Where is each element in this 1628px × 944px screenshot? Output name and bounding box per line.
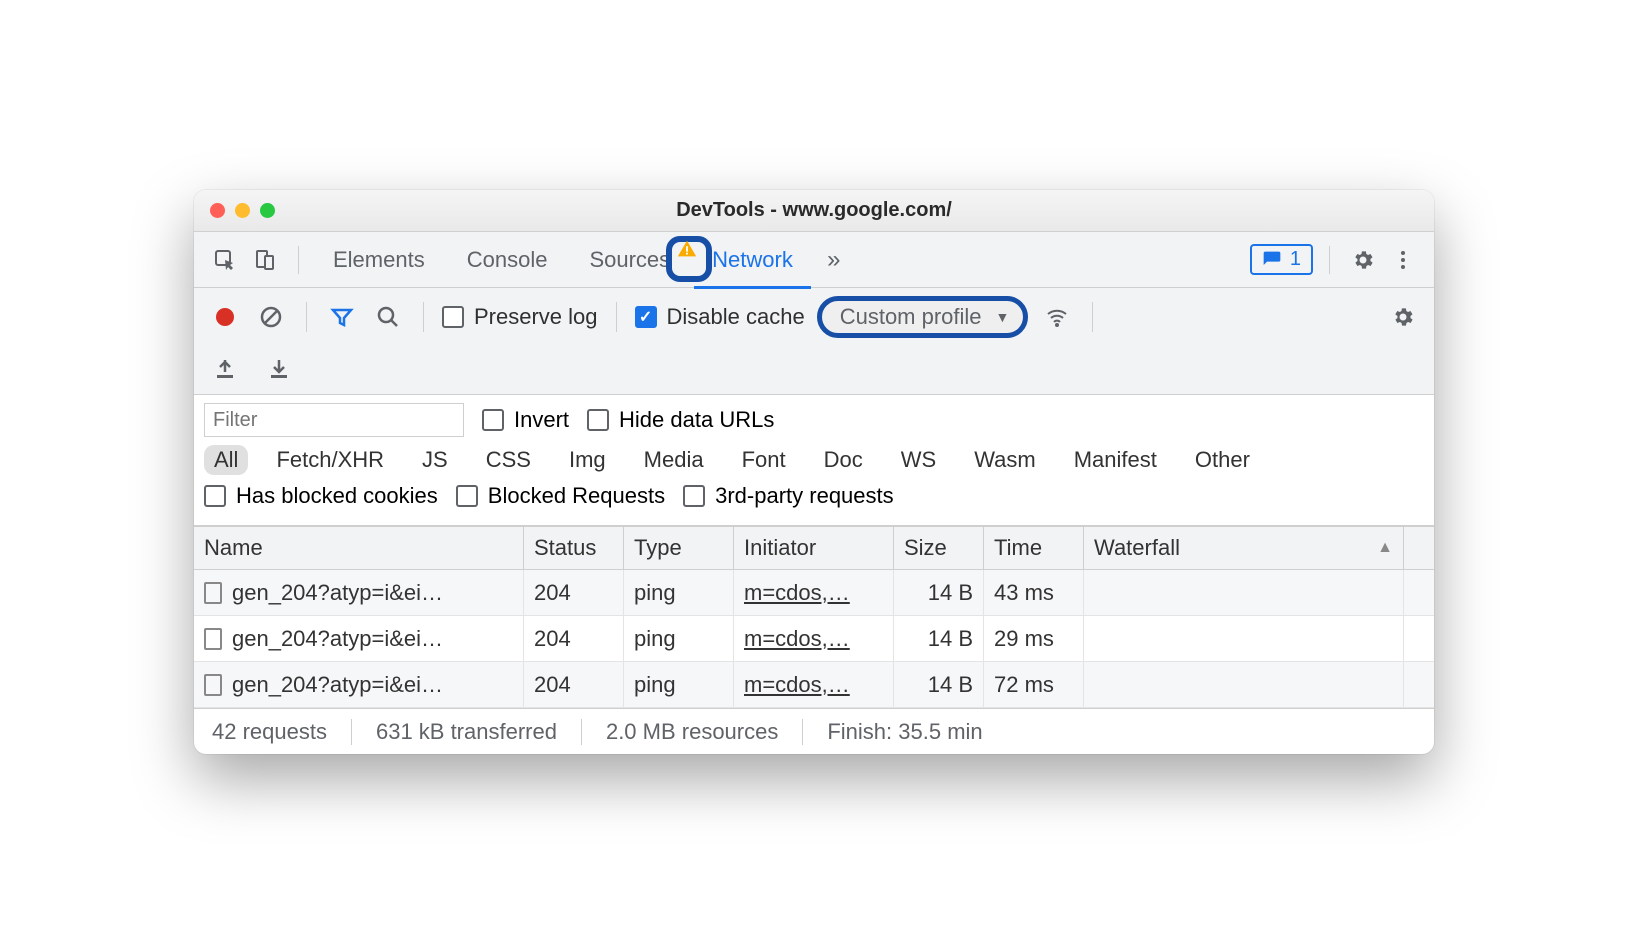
initiator-link[interactable]: m=cdos,… (744, 672, 850, 698)
close-window-button[interactable] (210, 203, 225, 218)
import-har-icon[interactable] (208, 352, 242, 386)
type-filter-js[interactable]: JS (412, 445, 458, 475)
record-button[interactable] (208, 300, 242, 334)
filter-icon[interactable] (325, 300, 359, 334)
device-toolbar-icon[interactable] (248, 243, 282, 277)
network-settings-icon[interactable] (1386, 300, 1420, 334)
disable-cache-checkbox[interactable]: Disable cache (635, 304, 805, 330)
table-row[interactable]: gen_204?atyp=i&ei…204pingm=cdos,…14 B72 … (194, 662, 1434, 708)
col-time[interactable]: Time (984, 527, 1084, 569)
type-filters: All Fetch/XHR JS CSS Img Media Font Doc WS Wasm Ma… (204, 445, 1424, 475)
requests-table: Name Status Type Initiator Size Time Wat… (194, 526, 1434, 708)
zoom-window-button[interactable] (260, 203, 275, 218)
search-icon[interactable] (371, 300, 405, 334)
type-filter-fetchxhr[interactable]: Fetch/XHR (266, 445, 394, 475)
checkbox-icon (635, 306, 657, 328)
file-icon (204, 582, 222, 604)
col-size[interactable]: Size (894, 527, 984, 569)
traffic-lights (210, 203, 275, 218)
status-bar: 42 requests 631 kB transferred 2.0 MB re… (194, 708, 1434, 754)
status-resources: 2.0 MB resources (606, 719, 778, 745)
export-har-icon[interactable] (262, 352, 296, 386)
col-scrollgutter (1404, 527, 1434, 569)
issues-count: 1 (1290, 248, 1301, 271)
file-icon (204, 628, 222, 650)
checkbox-label: Preserve log (474, 304, 598, 330)
devtools-window: DevTools - www.google.com/ Elements Cons… (194, 190, 1434, 754)
type-filter-wasm[interactable]: Wasm (964, 445, 1046, 475)
separator (616, 302, 617, 332)
filter-bar: Invert Hide data URLs All Fetch/XHR JS CSS I… (194, 395, 1434, 526)
minimize-window-button[interactable] (235, 203, 250, 218)
titlebar: DevTools - www.google.com/ (194, 190, 1434, 232)
type-filter-ws[interactable]: WS (891, 445, 946, 475)
invert-checkbox[interactable]: Invert (482, 407, 569, 433)
tab-sources[interactable]: Sources (571, 232, 688, 288)
col-type[interactable]: Type (624, 527, 734, 569)
separator (1092, 302, 1093, 332)
tab-label: Network (712, 247, 793, 273)
col-waterfall[interactable]: Waterfall▲ (1084, 527, 1404, 569)
separator (306, 302, 307, 332)
col-name[interactable]: Name (194, 527, 524, 569)
throttling-value: Custom profile (840, 304, 982, 330)
table-header: Name Status Type Initiator Size Time Wat… (194, 526, 1434, 570)
type-filter-media[interactable]: Media (634, 445, 714, 475)
kebab-menu-icon[interactable] (1386, 243, 1420, 277)
blocked-requests-checkbox[interactable]: Blocked Requests (456, 483, 665, 509)
type-filter-other[interactable]: Other (1185, 445, 1260, 475)
checkbox-label: Disable cache (667, 304, 805, 330)
col-status[interactable]: Status (524, 527, 624, 569)
network-toolbar: Preserve log Disable cache Custom profil… (194, 288, 1434, 395)
separator (423, 302, 424, 332)
type-filter-manifest[interactable]: Manifest (1064, 445, 1167, 475)
col-initiator[interactable]: Initiator (734, 527, 894, 569)
type-filter-font[interactable]: Font (732, 445, 796, 475)
issues-chip[interactable]: 1 (1250, 244, 1313, 275)
chevron-down-icon: ▼ (996, 309, 1010, 325)
has-blocked-cookies-checkbox[interactable]: Has blocked cookies (204, 483, 438, 509)
throttling-select[interactable]: Custom profile ▼ (817, 296, 1029, 338)
type-filter-css[interactable]: CSS (476, 445, 541, 475)
tab-label: Elements (333, 247, 425, 273)
tab-console[interactable]: Console (449, 232, 566, 288)
checkbox-icon (442, 306, 464, 328)
file-icon (204, 674, 222, 696)
separator (1329, 246, 1330, 274)
table-row[interactable]: gen_204?atyp=i&ei…204pingm=cdos,…14 B29 … (194, 616, 1434, 662)
sort-indicator-icon: ▲ (1377, 539, 1393, 557)
third-party-checkbox[interactable]: 3rd-party requests (683, 483, 894, 509)
settings-icon[interactable] (1346, 243, 1380, 277)
preserve-log-checkbox[interactable]: Preserve log (442, 304, 598, 330)
status-transferred: 631 kB transferred (376, 719, 557, 745)
clear-button[interactable] (254, 300, 288, 334)
network-conditions-icon[interactable] (1040, 300, 1074, 334)
inspect-element-icon[interactable] (208, 243, 242, 277)
tab-label: Console (467, 247, 548, 273)
type-filter-doc[interactable]: Doc (814, 445, 873, 475)
status-finish: Finish: 35.5 min (827, 719, 982, 745)
window-title: DevTools - www.google.com/ (194, 199, 1434, 222)
filter-input[interactable] (204, 403, 464, 437)
separator (298, 246, 299, 274)
tab-label: Sources (589, 247, 670, 273)
warning-icon (676, 238, 698, 260)
hide-data-urls-checkbox[interactable]: Hide data URLs (587, 407, 774, 433)
more-tabs-icon[interactable]: » (817, 243, 851, 277)
status-requests: 42 requests (212, 719, 327, 745)
table-row[interactable]: gen_204?atyp=i&ei…204pingm=cdos,…14 B43 … (194, 570, 1434, 616)
type-filter-all[interactable]: All (204, 445, 248, 475)
initiator-link[interactable]: m=cdos,… (744, 626, 850, 652)
type-filter-img[interactable]: Img (559, 445, 616, 475)
tab-elements[interactable]: Elements (315, 232, 443, 288)
tab-network[interactable]: Network (694, 232, 811, 288)
main-tabstrip: Elements Console Sources Network » 1 (194, 232, 1434, 288)
initiator-link[interactable]: m=cdos,… (744, 580, 850, 606)
